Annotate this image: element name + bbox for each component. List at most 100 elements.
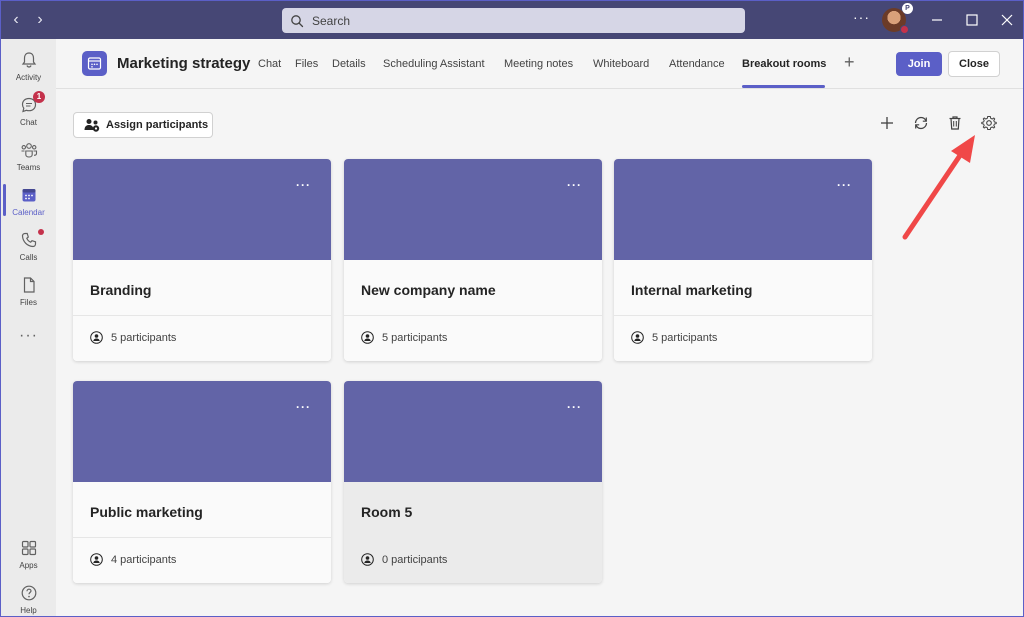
join-button[interactable]: Join bbox=[896, 52, 942, 76]
maximize-icon[interactable] bbox=[962, 10, 982, 30]
annotation-arrow-icon bbox=[902, 135, 975, 240]
phone-icon bbox=[21, 232, 37, 248]
rail-label: Apps bbox=[19, 561, 38, 570]
rail-item-activity[interactable]: Activity bbox=[1, 45, 56, 89]
more-options-icon[interactable]: ··· bbox=[296, 179, 311, 191]
card-body: New company name 5 participants bbox=[344, 260, 602, 361]
rail-item-calls[interactable]: Calls bbox=[1, 225, 56, 269]
add-tab-icon[interactable]: + bbox=[844, 52, 855, 73]
room-card-new-company-name[interactable]: ··· New company name 5 participants bbox=[344, 159, 602, 361]
card-banner bbox=[73, 381, 331, 482]
calls-badge bbox=[38, 229, 44, 235]
participant-count: 5 participants bbox=[90, 331, 176, 344]
divider bbox=[614, 315, 872, 316]
card-body: Internal marketing 5 participants bbox=[614, 260, 872, 361]
rail-item-teams[interactable]: Teams bbox=[1, 135, 56, 179]
participant-count: 5 participants bbox=[361, 331, 447, 344]
divider bbox=[73, 537, 331, 538]
participant-count: 5 participants bbox=[631, 331, 717, 344]
status-indicator bbox=[900, 25, 909, 34]
rail-label: Help bbox=[20, 606, 37, 615]
room-name: Room 5 bbox=[361, 504, 413, 520]
room-card-public-marketing[interactable]: ··· Public marketing 4 participants bbox=[73, 381, 331, 583]
search-box[interactable]: Search bbox=[282, 8, 745, 33]
rail-item-files[interactable]: Files bbox=[1, 270, 56, 314]
back-arrow-icon[interactable]: ‹ bbox=[7, 10, 25, 30]
more-options-icon[interactable]: ··· bbox=[567, 179, 582, 191]
room-name: Branding bbox=[90, 282, 152, 298]
teams-icon bbox=[21, 143, 38, 158]
close-button[interactable]: Close bbox=[948, 51, 1000, 77]
participant-count-label: 0 participants bbox=[382, 553, 448, 566]
more-options-icon[interactable]: ··· bbox=[296, 401, 311, 413]
app-rail: Activity 1 Chat Teams Calendar Calls Fil… bbox=[1, 39, 56, 616]
more-apps-icon[interactable]: ··· bbox=[1, 327, 56, 345]
meeting-calendar-icon bbox=[82, 51, 107, 76]
room-name: New company name bbox=[361, 282, 496, 298]
tab-breakout-rooms[interactable]: Breakout rooms bbox=[742, 58, 826, 70]
rail-label: Chat bbox=[20, 118, 37, 127]
card-body: Branding 5 participants bbox=[73, 260, 331, 361]
participant-count-label: 5 participants bbox=[652, 331, 718, 344]
people-settings-icon bbox=[84, 119, 100, 132]
assign-participants-label: Assign participants bbox=[106, 119, 209, 131]
teams-window: ‹ › Search ··· P Activity 1 Chat Teams C… bbox=[0, 0, 1024, 617]
apps-icon bbox=[21, 540, 37, 556]
person-icon bbox=[90, 331, 103, 344]
tab-scheduling-assistant[interactable]: Scheduling Assistant bbox=[383, 58, 485, 70]
room-name: Internal marketing bbox=[631, 282, 753, 298]
assign-participants-button[interactable]: Assign participants bbox=[73, 112, 213, 138]
person-icon bbox=[90, 553, 103, 566]
active-tab-indicator bbox=[742, 85, 825, 88]
more-options-icon[interactable]: ··· bbox=[567, 401, 582, 413]
divider bbox=[344, 315, 602, 316]
participant-count-label: 4 participants bbox=[111, 553, 177, 566]
participant-count: 0 participants bbox=[361, 553, 447, 566]
title-bar: ‹ › Search ··· P bbox=[1, 1, 1023, 39]
rail-label: Calendar bbox=[12, 208, 45, 217]
room-card-room-5[interactable]: ··· Room 5 0 participants bbox=[344, 381, 602, 583]
tab-chat[interactable]: Chat bbox=[258, 58, 281, 70]
room-card-internal-marketing[interactable]: ··· Internal marketing 5 participants bbox=[614, 159, 872, 361]
card-banner bbox=[73, 159, 331, 260]
more-options-icon[interactable]: ··· bbox=[837, 179, 852, 191]
divider bbox=[73, 315, 331, 316]
tab-details[interactable]: Details bbox=[332, 58, 366, 70]
card-body: Public marketing 4 participants bbox=[73, 482, 331, 583]
minimize-icon[interactable] bbox=[927, 10, 947, 30]
card-banner bbox=[344, 381, 602, 482]
close-window-icon[interactable] bbox=[997, 10, 1017, 30]
search-placeholder: Search bbox=[312, 13, 351, 28]
participant-count-label: 5 participants bbox=[111, 331, 177, 344]
person-icon bbox=[361, 331, 374, 344]
rail-item-help[interactable]: Help bbox=[1, 578, 56, 616]
room-name: Public marketing bbox=[90, 504, 203, 520]
rail-label: Teams bbox=[16, 163, 41, 172]
tab-files[interactable]: Files bbox=[295, 58, 318, 70]
page-title: Marketing strategy bbox=[117, 55, 251, 72]
settings-icon[interactable] bbox=[981, 115, 997, 131]
rail-item-apps[interactable]: Apps bbox=[1, 533, 56, 577]
bell-icon bbox=[21, 52, 37, 68]
tab-meeting-notes[interactable]: Meeting notes bbox=[504, 58, 573, 70]
calendar-icon bbox=[22, 189, 36, 202]
file-icon bbox=[23, 277, 35, 293]
tab-whiteboard[interactable]: Whiteboard bbox=[593, 58, 649, 70]
participant-count: 4 participants bbox=[90, 553, 176, 566]
rail-label: Activity bbox=[15, 73, 42, 82]
chat-badge: 1 bbox=[33, 91, 45, 103]
room-card-branding[interactable]: ··· Branding 5 participants bbox=[73, 159, 331, 361]
participant-count-label: 5 participants bbox=[382, 331, 448, 344]
meeting-header: Marketing strategy Chat Files Details Sc… bbox=[56, 39, 1023, 89]
card-banner bbox=[614, 159, 872, 260]
rail-item-chat[interactable]: 1 Chat bbox=[1, 90, 56, 134]
person-icon bbox=[361, 553, 374, 566]
forward-arrow-icon[interactable]: › bbox=[31, 10, 49, 30]
search-icon bbox=[291, 14, 304, 27]
rail-item-calendar[interactable]: Calendar bbox=[1, 180, 56, 224]
help-icon bbox=[21, 585, 37, 601]
rail-label: Files bbox=[20, 298, 37, 307]
avatar-badge: P bbox=[902, 3, 913, 14]
tab-attendance[interactable]: Attendance bbox=[669, 58, 725, 70]
more-options-icon[interactable]: ··· bbox=[853, 9, 870, 25]
